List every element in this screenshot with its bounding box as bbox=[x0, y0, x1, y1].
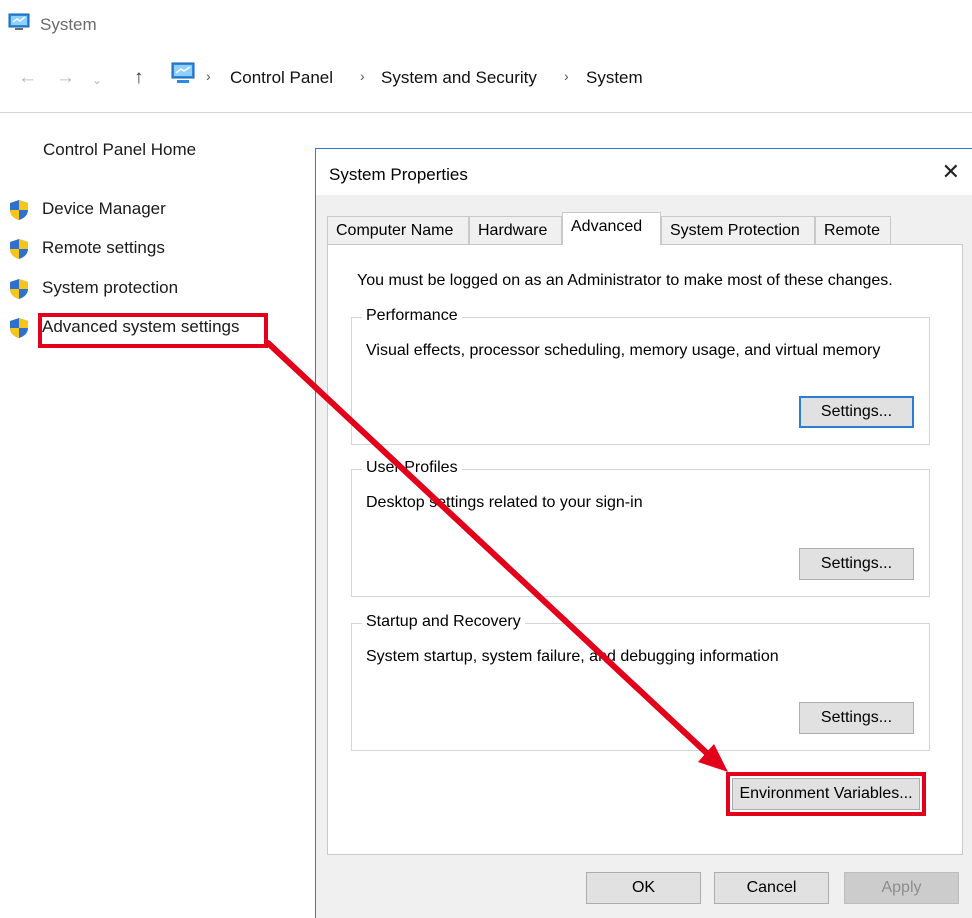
group-title: Performance bbox=[362, 307, 462, 325]
breadcrumb-system[interactable]: System bbox=[586, 68, 643, 88]
system-monitor-icon bbox=[8, 13, 30, 30]
dialog-titlebar: System Properties ✕ bbox=[316, 149, 972, 195]
sidebar-item-system-protection[interactable]: System protection bbox=[8, 277, 268, 301]
uac-shield-icon bbox=[10, 318, 28, 338]
uac-shield-icon bbox=[10, 200, 28, 220]
control-panel-monitor-icon bbox=[171, 62, 195, 83]
uac-shield-icon bbox=[10, 239, 28, 259]
dialog-title: System Properties bbox=[329, 165, 468, 184]
window-titlebar: System bbox=[0, 0, 972, 52]
window-title: System bbox=[40, 15, 97, 34]
breadcrumb-control-panel[interactable]: Control Panel bbox=[230, 68, 333, 88]
startup-recovery-settings-button[interactable]: Settings... bbox=[799, 702, 914, 734]
tab-computer-name[interactable]: Computer Name bbox=[327, 216, 469, 244]
performance-group: Performance Visual effects, processor sc… bbox=[351, 307, 930, 445]
sidebar-item-label: Device Manager bbox=[42, 199, 166, 218]
tab-advanced[interactable]: Advanced bbox=[562, 212, 661, 245]
recent-locations-chevron-icon[interactable]: ⌄ bbox=[92, 68, 102, 92]
tab-hardware[interactable]: Hardware bbox=[469, 216, 562, 244]
user-profiles-settings-button[interactable]: Settings... bbox=[799, 548, 914, 580]
address-bar-divider bbox=[0, 112, 972, 113]
startup-recovery-group: Startup and Recovery System startup, sys… bbox=[351, 613, 930, 751]
administrator-notice: You must be logged on as an Administrato… bbox=[357, 272, 893, 289]
user-profiles-group: User Profiles Desktop settings related t… bbox=[351, 459, 930, 597]
close-icon[interactable]: ✕ bbox=[942, 159, 960, 185]
up-arrow-icon[interactable]: ↑ bbox=[134, 66, 144, 90]
apply-button[interactable]: Apply bbox=[844, 872, 959, 904]
system-properties-dialog: System Properties ✕ Computer Name Hardwa… bbox=[315, 148, 972, 918]
group-description: Desktop settings related to your sign-in bbox=[366, 494, 643, 511]
breadcrumb-separator-icon: › bbox=[206, 68, 211, 84]
breadcrumb-separator-icon: › bbox=[564, 68, 569, 84]
sidebar-item-remote-settings[interactable]: Remote settings bbox=[8, 237, 268, 261]
control-panel-home-link[interactable]: Control Panel Home bbox=[43, 140, 196, 160]
breadcrumb-system-and-security[interactable]: System and Security bbox=[381, 68, 537, 88]
sidebar-item-device-manager[interactable]: Device Manager bbox=[8, 198, 268, 222]
environment-variables-button[interactable]: Environment Variables... bbox=[732, 778, 920, 810]
highlight-box-environment-variables: Environment Variables... bbox=[726, 772, 926, 816]
cancel-button[interactable]: Cancel bbox=[714, 872, 829, 904]
performance-settings-button[interactable]: Settings... bbox=[799, 396, 914, 428]
forward-arrow-icon[interactable]: → bbox=[56, 66, 75, 90]
uac-shield-icon bbox=[10, 279, 28, 299]
sidebar-item-label: System protection bbox=[42, 278, 179, 297]
tab-remote[interactable]: Remote bbox=[815, 216, 891, 244]
group-title: Startup and Recovery bbox=[362, 613, 525, 631]
sidebar-item-label: Remote settings bbox=[42, 238, 165, 257]
highlight-box-advanced-system-settings bbox=[38, 313, 268, 348]
group-title: User Profiles bbox=[362, 459, 462, 477]
tab-system-protection[interactable]: System Protection bbox=[661, 216, 815, 244]
group-description: Visual effects, processor scheduling, me… bbox=[366, 342, 881, 359]
breadcrumb-separator-icon: › bbox=[360, 68, 365, 84]
ok-button[interactable]: OK bbox=[586, 872, 701, 904]
group-description: System startup, system failure, and debu… bbox=[366, 648, 779, 665]
back-arrow-icon[interactable]: ← bbox=[18, 66, 37, 90]
